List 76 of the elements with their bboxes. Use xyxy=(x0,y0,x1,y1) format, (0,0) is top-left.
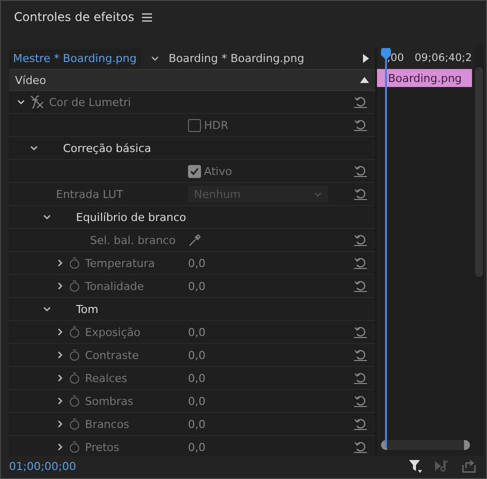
clip-bar[interactable]: Boarding.png xyxy=(377,69,472,87)
reset-icon[interactable] xyxy=(354,441,367,453)
reset-icon[interactable] xyxy=(354,96,367,108)
fx-icon[interactable] xyxy=(30,95,44,109)
chevron-icon[interactable] xyxy=(43,213,51,221)
timecode[interactable]: 01;00;00;00 xyxy=(9,460,76,472)
reset-icon[interactable] xyxy=(354,349,367,361)
chevron-icon[interactable] xyxy=(56,420,64,428)
chevron-icon[interactable] xyxy=(17,98,25,106)
chevron-icon[interactable] xyxy=(56,328,64,336)
parameter-value[interactable]: 0,0 xyxy=(188,372,206,384)
play-icon[interactable] xyxy=(363,54,369,62)
parameter-name: Temperatura xyxy=(85,256,155,270)
parameter-name: Tonalidade xyxy=(85,280,144,292)
parameter-value[interactable]: 0,0 xyxy=(188,348,206,362)
parameter-name: Realces xyxy=(85,372,128,384)
checkmark-icon xyxy=(189,166,200,176)
zoom-scrollbar[interactable] xyxy=(381,440,470,450)
reset-icon[interactable] xyxy=(354,165,367,177)
clip-tab[interactable]: Mestre * Boarding.png xyxy=(9,48,141,68)
clip-tab[interactable]: Boarding * Boarding.png xyxy=(164,48,308,68)
group-name: Equilíbrio de branco xyxy=(76,210,186,224)
reset-icon[interactable] xyxy=(354,257,367,269)
parameter-value[interactable]: 0,0 xyxy=(188,418,206,430)
parameter-value[interactable]: 0,0 xyxy=(188,280,206,292)
stopwatch-icon[interactable] xyxy=(69,441,80,453)
parameter-name: Pretos xyxy=(85,440,120,454)
menu-icon[interactable] xyxy=(142,12,152,22)
caret-icon[interactable] xyxy=(150,56,159,60)
filter-icon[interactable] xyxy=(408,459,422,473)
chevron-icon[interactable] xyxy=(56,351,64,359)
stopwatch-icon[interactable] xyxy=(69,349,80,361)
checkbox[interactable]: Ativo xyxy=(188,164,232,178)
export-icon[interactable] xyxy=(462,460,476,472)
effect-name: Cor de Lumetri xyxy=(49,96,131,108)
checkbox[interactable]: HDR xyxy=(188,118,228,132)
parameter-name: Sombras xyxy=(85,394,134,408)
reset-icon[interactable] xyxy=(354,395,367,407)
parameter-name: Exposição xyxy=(85,326,140,338)
reset-icon[interactable] xyxy=(354,234,367,246)
group-name: Tom xyxy=(76,302,98,316)
eyedropper-icon[interactable] xyxy=(188,234,201,246)
parameter-value[interactable]: 0,0 xyxy=(188,394,206,408)
parameter-value[interactable]: 0,0 xyxy=(188,440,206,454)
stopwatch-icon[interactable] xyxy=(69,326,80,338)
reset-icon[interactable] xyxy=(354,188,367,200)
section-header: Vídeo xyxy=(15,74,46,86)
stopwatch-icon[interactable] xyxy=(69,372,80,384)
stopwatch-icon[interactable] xyxy=(69,257,80,269)
chevron-icon[interactable] xyxy=(56,443,64,451)
chevron-icon[interactable] xyxy=(56,282,64,290)
panel-title: Controles de efeitos xyxy=(14,10,134,24)
collapse-icon[interactable] xyxy=(360,77,369,83)
reset-icon[interactable] xyxy=(354,326,367,338)
caret-icon xyxy=(314,192,322,196)
chevron-icon[interactable] xyxy=(56,259,64,267)
reset-icon[interactable] xyxy=(354,280,367,292)
stopwatch-icon[interactable] xyxy=(69,418,80,430)
reset-icon[interactable] xyxy=(354,418,367,430)
ruler-time: 09;06;40;2 xyxy=(414,52,472,64)
reset-icon[interactable] xyxy=(354,119,367,131)
chevron-icon[interactable] xyxy=(30,144,38,152)
chevron-icon[interactable] xyxy=(56,397,64,405)
parameter-value[interactable]: 0,0 xyxy=(188,326,206,338)
ruler-time: ;00 xyxy=(387,52,404,64)
parameter-name: Entrada LUT xyxy=(56,188,124,200)
parameter-value[interactable]: 0,0 xyxy=(188,256,206,270)
parameter-name: Brancos xyxy=(85,418,130,430)
reset-icon[interactable] xyxy=(354,372,367,384)
group-name: Correção básica xyxy=(63,142,152,154)
chevron-icon[interactable] xyxy=(56,374,64,382)
stopwatch-icon[interactable] xyxy=(69,395,80,407)
chevron-icon[interactable] xyxy=(43,305,51,313)
parameter-name: Sel. bal. branco xyxy=(90,234,176,246)
stopwatch-icon[interactable] xyxy=(69,280,80,292)
parameter-name: Contraste xyxy=(85,348,139,362)
